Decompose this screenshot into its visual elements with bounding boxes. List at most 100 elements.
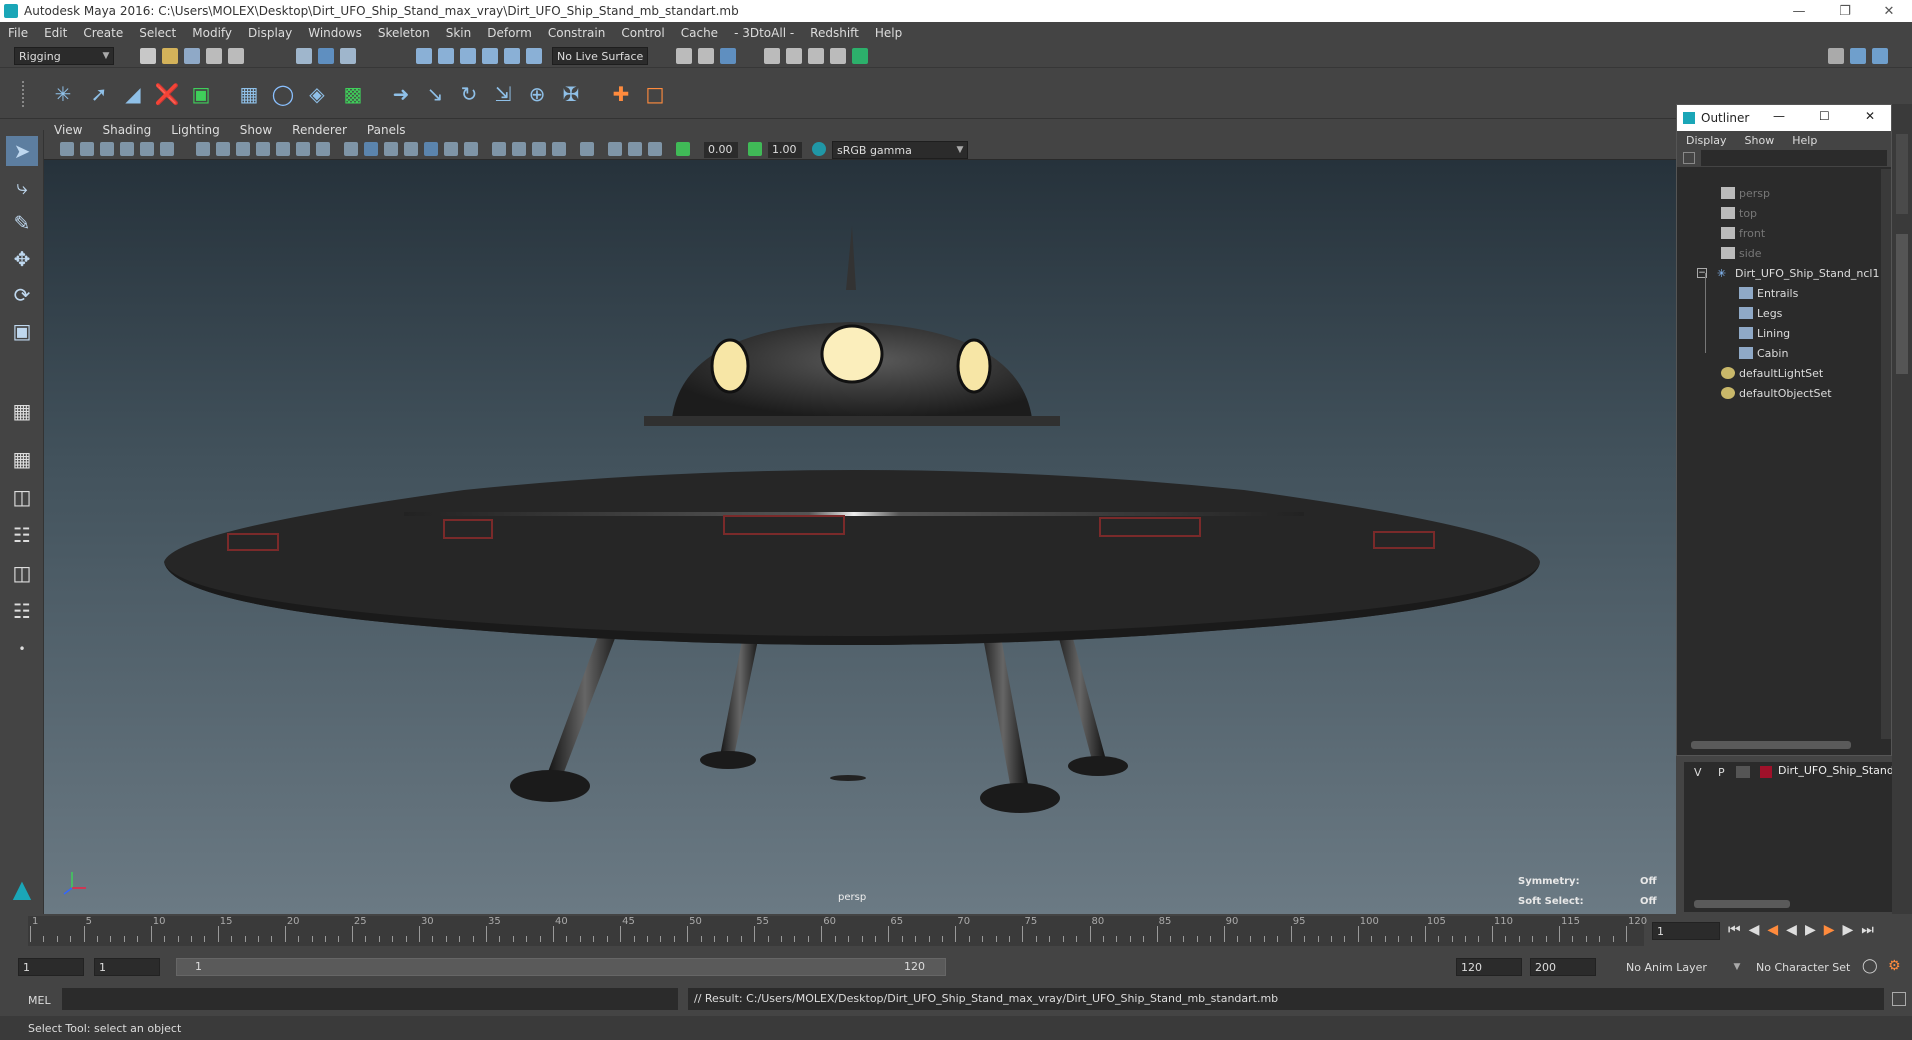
snap-point-icon[interactable] (460, 48, 476, 64)
parent-constraint-icon[interactable]: ⊕ (522, 79, 552, 109)
viewport-menu-show[interactable]: Show (230, 123, 282, 137)
outliner-item-side[interactable]: side (1721, 243, 1762, 263)
wireframe-icon[interactable] (344, 142, 358, 156)
motion-blur-icon[interactable] (512, 142, 526, 156)
skin-bind-icon[interactable]: □ (640, 79, 670, 109)
new-scene-icon[interactable] (140, 48, 156, 64)
save-scene-icon[interactable] (184, 48, 200, 64)
scale-constraint-icon[interactable]: ⇲ (488, 79, 518, 109)
gamma-field[interactable]: 1.00 (768, 142, 802, 158)
restore-icon[interactable]: ❐ (1822, 0, 1868, 22)
default-material-icon[interactable] (384, 142, 398, 156)
hypershade-icon[interactable] (852, 48, 868, 64)
lasso-tool-icon[interactable]: ⤷ (6, 172, 38, 202)
aim-constraint-icon[interactable]: ↘ (420, 79, 450, 109)
outliner-item-legs[interactable]: Legs (1739, 303, 1782, 323)
paint-select-icon[interactable]: ✎ (6, 208, 38, 238)
film-gate-icon[interactable] (216, 142, 230, 156)
time-slider[interactable]: 1 5 10 15 20 25 30 35 40 45 50 55 60 65 70 75 80 85 90 95 10… (28, 916, 1647, 946)
layout-icon[interactable] (1828, 48, 1844, 64)
xray-icon[interactable] (608, 142, 622, 156)
field-chart-icon[interactable] (276, 142, 290, 156)
resolution-gate-icon[interactable] (236, 142, 250, 156)
select-tool-icon[interactable]: ➤ (6, 136, 38, 166)
outliner-item-front[interactable]: front (1721, 223, 1765, 243)
output-ops-icon[interactable] (698, 48, 714, 64)
outliner-item-default-light-set[interactable]: defaultLightSet (1721, 363, 1823, 383)
menu-file[interactable]: File (0, 26, 36, 40)
ipr-render-icon[interactable] (808, 48, 824, 64)
snap-curve-icon[interactable] (438, 48, 454, 64)
wireframe-on-shaded-icon[interactable] (404, 142, 418, 156)
select-component-icon[interactable] (340, 48, 356, 64)
menu-skin[interactable]: Skin (438, 26, 480, 40)
point-constraint-icon[interactable]: ➜ (386, 79, 416, 109)
safe-title-icon[interactable] (316, 142, 330, 156)
construction-history-icon[interactable] (720, 48, 736, 64)
snap-surface-icon[interactable] (504, 48, 520, 64)
outliner-item-default-object-set[interactable]: defaultObjectSet (1721, 383, 1832, 403)
go-to-start-icon[interactable]: ⏮ (1728, 922, 1741, 938)
use-all-lights-icon[interactable] (444, 142, 458, 156)
layer-type-toggle[interactable] (1736, 766, 1750, 778)
gamma-icon[interactable] (748, 142, 762, 156)
wrap-deformer-icon[interactable]: ◯ (268, 79, 298, 109)
graph-persp-icon[interactable]: ◫ (6, 558, 38, 588)
outliner-item-top[interactable]: top (1721, 203, 1757, 223)
preferences-icon[interactable]: ⚙ (1888, 958, 1901, 974)
viewport-persp[interactable]: persp Symmetry: Off Soft Select: Off (44, 160, 1676, 914)
anim-layer-dropdown[interactable]: No Anim Layer ▼ (1622, 958, 1744, 976)
ik-spline-icon[interactable]: ◢ (118, 79, 148, 109)
play-forward-icon[interactable]: ▶ (1805, 922, 1816, 938)
layer-playback-toggle[interactable]: P (1718, 766, 1725, 779)
snap-view-icon[interactable] (482, 48, 498, 64)
menu-deform[interactable]: Deform (479, 26, 540, 40)
outliner-vscrollbar[interactable] (1881, 169, 1891, 739)
layer-name[interactable]: Dirt_UFO_Ship_Stand (1778, 764, 1894, 777)
step-back-key-icon[interactable]: ◀ (1767, 922, 1778, 938)
xray-joints-icon[interactable] (648, 142, 662, 156)
outliner-maximize-icon[interactable]: ☐ (1819, 109, 1830, 123)
close-icon[interactable]: ✕ (1866, 0, 1912, 22)
cmd-input[interactable] (62, 988, 678, 1010)
grease-pencil-icon[interactable] (140, 142, 154, 156)
single-pane-icon[interactable]: ▦ (6, 396, 38, 426)
menu-control[interactable]: Control (613, 26, 672, 40)
cluster-icon[interactable]: ▣ (186, 79, 216, 109)
input-ops-icon[interactable] (676, 48, 692, 64)
exposure-icon[interactable] (676, 142, 690, 156)
filter-icon[interactable] (1683, 152, 1695, 164)
menu-constrain[interactable]: Constrain (540, 26, 614, 40)
play-back-icon[interactable]: ◀ (1786, 922, 1797, 938)
viewport-menu-view[interactable]: View (44, 123, 92, 137)
cmd-language-toggle[interactable]: MEL (28, 994, 51, 1007)
four-pane-icon[interactable]: ▦ (6, 444, 38, 474)
menu-create[interactable]: Create (75, 26, 131, 40)
blend-shape-icon[interactable]: ❌ (152, 79, 182, 109)
locator-icon[interactable]: ✚ (606, 79, 636, 109)
isolate-select-icon[interactable] (580, 142, 594, 156)
colorspace-dropdown[interactable]: sRGB gamma ▼ (832, 141, 968, 159)
menu-redshift[interactable]: Redshift (802, 26, 867, 40)
outliner-item-persp[interactable]: persp (1721, 183, 1770, 203)
outliner-persp-icon[interactable]: ☷ (6, 520, 38, 550)
outliner-search-input[interactable] (1701, 150, 1887, 166)
color-management-icon[interactable] (812, 142, 826, 156)
outliner-menu-display[interactable]: Display (1677, 134, 1736, 147)
bookmark-icon[interactable] (100, 142, 114, 156)
gate-mask-icon[interactable] (256, 142, 270, 156)
playback-start-field[interactable]: 1 (94, 958, 160, 976)
depth-of-field-icon[interactable] (552, 142, 566, 156)
camera-attributes-icon[interactable] (80, 142, 94, 156)
range-slider[interactable]: 1 120 (176, 958, 946, 976)
menu-select[interactable]: Select (131, 26, 184, 40)
menu-edit[interactable]: Edit (36, 26, 75, 40)
pole-vector-icon[interactable]: ✠ (556, 79, 586, 109)
two-pane-icon[interactable]: ◫ (6, 482, 38, 512)
twod-pan-icon[interactable] (160, 142, 174, 156)
shelf-handle-icon[interactable] (22, 81, 30, 107)
select-hierarchy-icon[interactable] (296, 48, 312, 64)
outliner-menu-help[interactable]: Help (1783, 134, 1826, 147)
exposure-field[interactable]: 0.00 (704, 142, 738, 158)
snap-live-icon[interactable] (526, 48, 542, 64)
